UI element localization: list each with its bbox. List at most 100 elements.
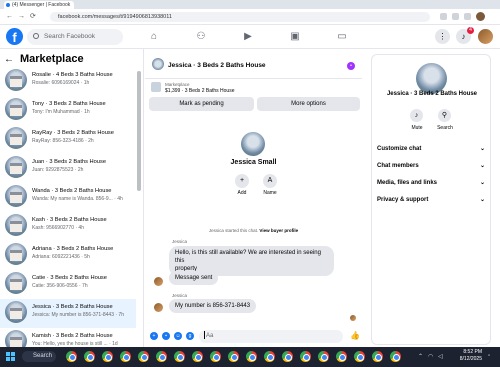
chat-title: Juan · 3 Beds 2 Baths House — [32, 159, 106, 165]
chat-list-item[interactable]: Kamish · 3 Beds 2 Baths House You: Hello,… — [0, 328, 136, 347]
chat-list-item[interactable]: Catie · 3 Beds 2 Baths House Catie: 356-9… — [0, 270, 136, 299]
chat-preview: Juan: 9292875523 · 2h — [32, 167, 84, 173]
message-bubble[interactable]: Message sent — [169, 271, 219, 285]
taskbar-clock[interactable]: 8:52 PM 8/12/2025 — [452, 349, 482, 363]
chrome-app-icon[interactable] — [372, 351, 383, 362]
marketplace-sidebar: ← Marketplace Rosalie · 4 Beds 3 Baths H… — [0, 49, 144, 347]
bookmark-icon[interactable] — [452, 13, 459, 20]
sender-avatar — [154, 277, 163, 286]
url-field[interactable]: facebook.com/messages/t/9194906813938011 — [50, 12, 430, 22]
chrome-app-icon[interactable] — [228, 351, 239, 362]
notification-badge: 4 — [467, 27, 474, 34]
chrome-app-icon[interactable] — [66, 351, 77, 362]
customize-chat-row[interactable]: Customize chat ⌄ — [377, 143, 487, 155]
media-files-links-row[interactable]: Media, files and links ⌄ — [377, 177, 487, 189]
add-friend-icon[interactable]: + — [235, 174, 249, 188]
chat-title: Kamish · 3 Beds 2 Baths House — [32, 333, 113, 339]
chat-preview: Kash: 9566902770 · 4h — [32, 225, 84, 231]
row-label: Customize chat — [377, 146, 422, 152]
search-input[interactable]: Search Facebook — [27, 29, 123, 45]
search-label: Search — [437, 125, 453, 131]
chrome-app-icon[interactable] — [264, 351, 275, 362]
reload-icon[interactable]: ⟳ — [30, 13, 36, 21]
chrome-app-icon[interactable] — [138, 351, 149, 362]
message-bubble[interactable]: My number is 856-371-8443 — [169, 299, 257, 313]
conversation-title[interactable]: Jessica · 3 Beds 2 Baths House — [168, 62, 266, 69]
chrome-app-icon[interactable] — [84, 351, 95, 362]
chrome-app-icon[interactable] — [318, 351, 329, 362]
chrome-app-icon[interactable] — [120, 351, 131, 362]
chrome-app-icon[interactable] — [174, 351, 185, 362]
chrome-app-icon[interactable] — [246, 351, 257, 362]
chrome-app-icon[interactable] — [354, 351, 365, 362]
wifi-icon[interactable]: ◠ — [428, 353, 433, 360]
chrome-app-icon[interactable] — [102, 351, 113, 362]
house-thumbnail — [5, 272, 27, 294]
sidebar-header: ← Marketplace — [4, 52, 84, 66]
buyer-profile-avatar[interactable] — [241, 132, 265, 156]
menu-grid-icon[interactable]: ⋮ — [435, 29, 450, 44]
chevron-down-icon: ⌄ — [479, 180, 485, 186]
chat-list-item[interactable]: RayRay · 3 Beds 2 Baths House RayRay: 856… — [0, 125, 136, 154]
home-icon[interactable]: ⌂ — [148, 31, 160, 43]
tray-chevron-icon[interactable]: ⌃ — [418, 353, 423, 360]
notification-center-icon[interactable]: ▫ — [488, 353, 490, 359]
gaming-icon[interactable]: ▭ — [336, 31, 348, 43]
message-input[interactable]: Aa — [199, 330, 343, 343]
sidebar-scrollbar[interactable] — [137, 71, 141, 191]
browser-profile-avatar[interactable] — [476, 12, 485, 21]
conversation-panel: Jessica · 3 Beds 2 Baths House • Marketp… — [145, 49, 362, 347]
chat-list-item[interactable]: Adriana · 3 Beds 2 Baths House Adriana: 6… — [0, 241, 136, 270]
download-icon[interactable] — [464, 13, 471, 20]
facebook-logo[interactable]: f — [6, 28, 23, 45]
mark-as-pending-button[interactable]: Mark as pending — [149, 97, 254, 111]
forward-arrow-icon[interactable]: → — [18, 13, 25, 21]
back-arrow-icon[interactable]: ← — [4, 54, 14, 65]
chat-list-item[interactable]: Rosalie · 4 Beds 3 Baths House Rosalie: 6… — [0, 67, 136, 96]
chrome-app-icon[interactable] — [282, 351, 293, 362]
name-edit-icon[interactable]: A — [263, 174, 277, 188]
chat-list-item[interactable]: Kash · 3 Beds 2 Baths House Kash: 9566902… — [0, 212, 136, 241]
taskbar-search[interactable]: Search — [22, 351, 56, 362]
extension-icon[interactable] — [440, 13, 447, 20]
chat-list-item[interactable]: Juan · 3 Beds 2 Baths House Juan: 9292875… — [0, 154, 136, 183]
search-icon — [33, 33, 39, 39]
image-icon[interactable]: ▪ — [162, 332, 170, 340]
plus-icon[interactable]: + — [150, 332, 158, 340]
chat-members-row[interactable]: Chat members ⌄ — [377, 160, 487, 172]
friends-icon[interactable]: ⚇ — [195, 31, 207, 43]
sticker-icon[interactable]: ☺ — [174, 332, 182, 340]
chrome-app-icon[interactable] — [300, 351, 311, 362]
marketplace-listing[interactable]: Marketplace $1,399 · 3 Beds 2 Baths Hous… — [145, 79, 362, 97]
thumbs-up-icon[interactable]: 👍 — [350, 331, 360, 340]
name-label: Name — [263, 190, 277, 196]
search-icon[interactable]: ⚲ — [438, 109, 451, 122]
chat-preview: Rosalie: 6096169024 · 1h — [32, 80, 90, 86]
conversation-avatar[interactable] — [152, 58, 164, 70]
windows-start-icon[interactable] — [6, 352, 15, 361]
mute-bell-icon[interactable]: ♪ — [410, 109, 423, 122]
chat-list-item[interactable]: Tony · 3 Beds 2 Baths House Tony: I'm Muh… — [0, 96, 136, 125]
chat-title: Wanda · 3 Beds 2 Baths House — [32, 188, 112, 194]
chrome-app-icon[interactable] — [192, 351, 203, 362]
privacy-support-row[interactable]: Privacy & support ⌄ — [377, 194, 487, 206]
marketplace-icon[interactable]: ▣ — [289, 31, 301, 43]
view-buyer-profile-link[interactable]: View buyer profile — [259, 228, 298, 233]
watch-icon[interactable]: ▶ — [242, 31, 254, 43]
chat-title: Adriana · 3 Beds 2 Baths House — [32, 246, 114, 252]
chat-preview: Wanda: My name is Wanda. 856-9... · 4h — [32, 196, 123, 202]
chat-list-item[interactable]: Wanda · 3 Beds 2 Baths House Wanda: My na… — [0, 183, 136, 212]
chat-list-item-active[interactable]: Jessica · 3 Beds 2 Baths House Jessica: M… — [0, 299, 136, 328]
conversation-info-icon[interactable]: • — [347, 62, 355, 70]
volume-icon[interactable]: ◁ — [438, 353, 443, 360]
gif-icon[interactable]: g — [186, 332, 194, 340]
account-avatar[interactable] — [478, 29, 493, 44]
browser-tab[interactable]: (4) Messenger | Facebook — [4, 1, 74, 9]
chrome-app-icon[interactable] — [156, 351, 167, 362]
chrome-app-icon[interactable] — [390, 351, 401, 362]
browser-addressbar: ← → ⟳ facebook.com/messages/t/9194906813… — [0, 9, 500, 25]
more-options-button[interactable]: More options — [257, 97, 360, 111]
back-arrow-icon[interactable]: ← — [6, 13, 13, 21]
chrome-app-icon[interactable] — [210, 351, 221, 362]
chrome-app-icon[interactable] — [336, 351, 347, 362]
